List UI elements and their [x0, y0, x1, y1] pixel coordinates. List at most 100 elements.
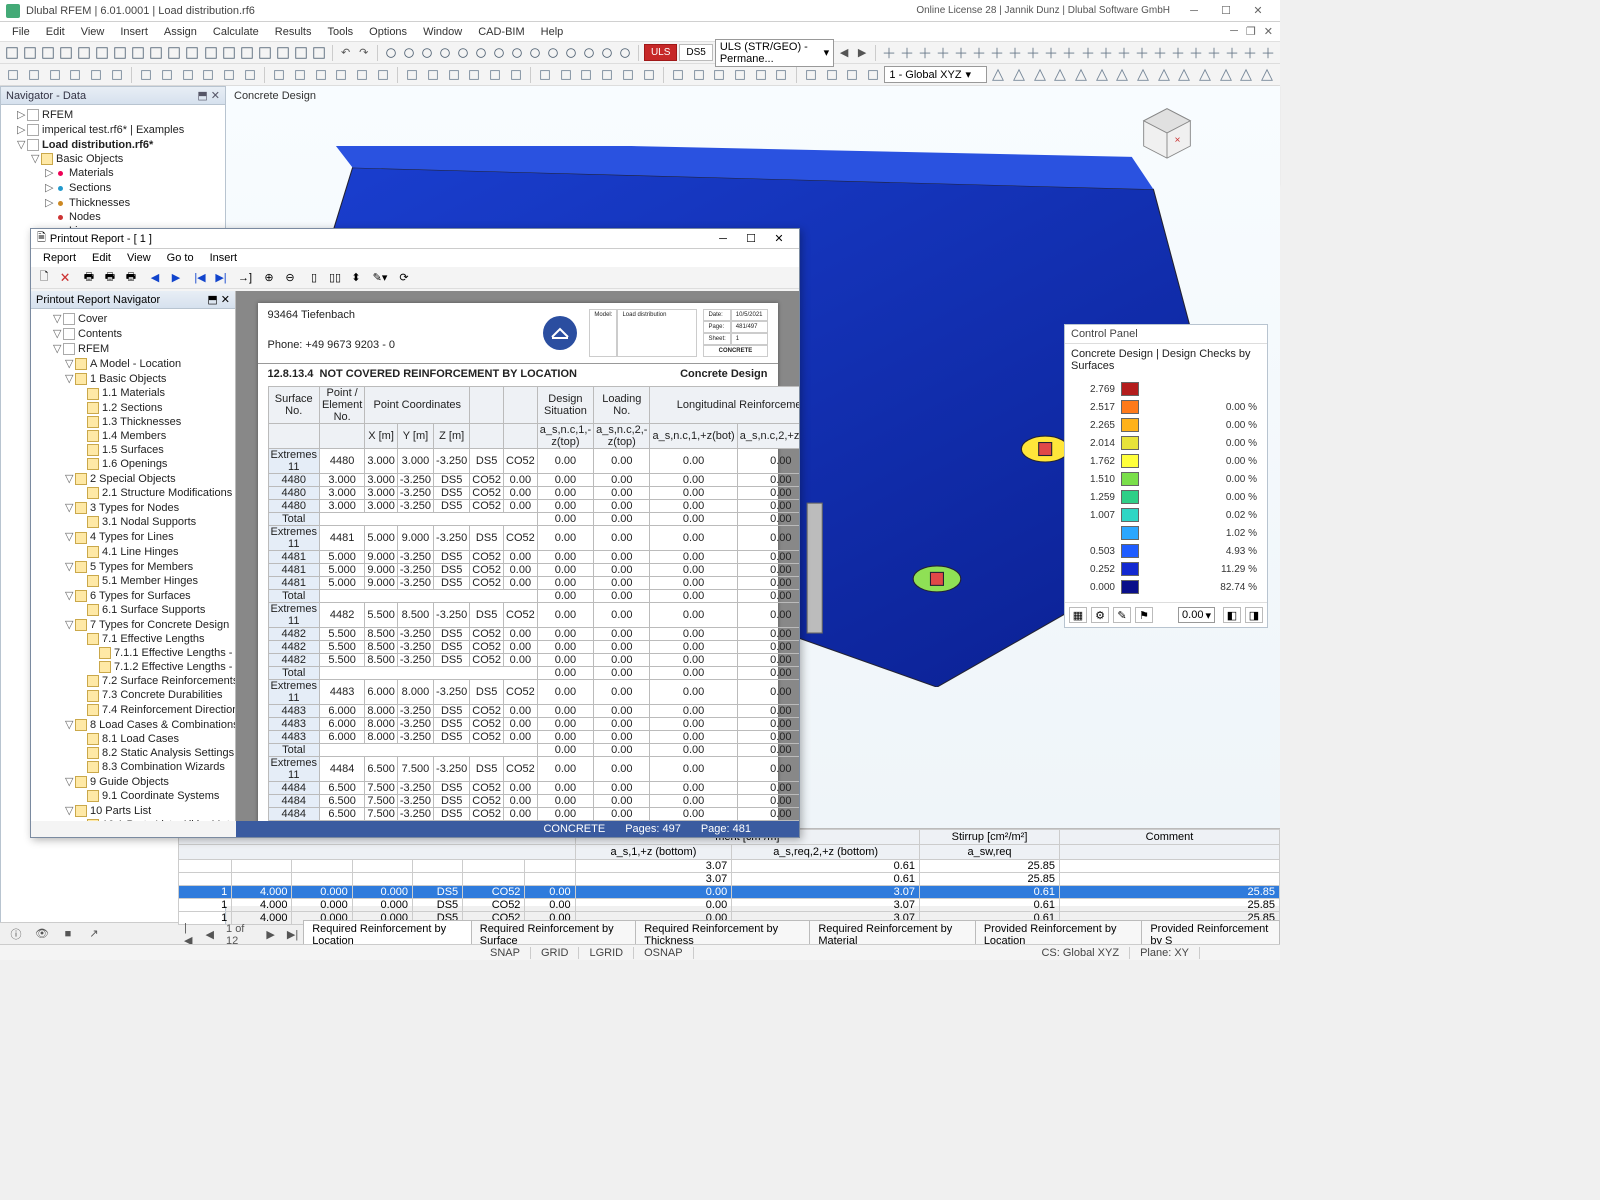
status-lgrid[interactable]: LGRID — [579, 947, 634, 959]
camera-icon[interactable]: ■ — [58, 926, 78, 942]
tool4-btn-36[interactable] — [802, 66, 821, 84]
pw-nav-item[interactable]: 9.1 Coordinate Systems — [47, 789, 233, 803]
nav-root[interactable]: RFEM — [42, 109, 73, 121]
tool2-btn-3[interactable] — [437, 44, 453, 62]
pw-last-icon[interactable]: ▶| — [212, 269, 230, 287]
tool3-btn-15[interactable] — [1152, 44, 1168, 62]
pw-pagefit-icon[interactable]: ⬍ — [347, 269, 365, 287]
menu-calculate[interactable]: Calculate — [205, 24, 267, 40]
tool3-btn-10[interactable] — [1061, 44, 1077, 62]
pw-nav-item[interactable]: 8.2 Static Analysis Settings — [47, 746, 233, 760]
load-combo-select[interactable]: ULS (STR/GEO) - Permane...▾ — [715, 39, 834, 67]
eye-icon[interactable]: 👁 — [32, 926, 52, 942]
tool3-btn-1[interactable] — [899, 44, 915, 62]
tool3-btn-17[interactable] — [1188, 44, 1204, 62]
tool2-btn-12[interactable] — [599, 44, 615, 62]
uls-badge[interactable]: ULS — [644, 44, 677, 61]
nav-next-button[interactable]: ▶ — [854, 44, 870, 62]
tool-btn-16[interactable] — [293, 44, 309, 62]
pw-nav-item[interactable]: ▽RFEM — [47, 341, 233, 356]
tool4-btn-22[interactable] — [486, 66, 505, 84]
pw-nav-pin[interactable]: ⬒ — [207, 293, 217, 306]
nav-pin-icon[interactable]: ⬒ — [197, 89, 207, 102]
tool-btn-9[interactable] — [166, 44, 182, 62]
pw-menu-view[interactable]: View — [119, 250, 159, 266]
tool-btn-6[interactable] — [112, 44, 128, 62]
tool2-btn-2[interactable] — [419, 44, 435, 62]
tool4-btn-13[interactable] — [291, 66, 310, 84]
menu-results[interactable]: Results — [267, 24, 320, 40]
tool4-btn-8[interactable] — [178, 66, 197, 84]
undo-button[interactable]: ↶ — [338, 44, 354, 62]
tool4-btn-0[interactable] — [4, 66, 23, 84]
pw-max-button[interactable]: ☐ — [737, 232, 765, 245]
pw-zoomin-icon[interactable]: ⊕ — [260, 269, 278, 287]
tool4-btn-2[interactable] — [45, 66, 64, 84]
tool2-btn-7[interactable] — [509, 44, 525, 62]
tool4-btn-17[interactable] — [373, 66, 392, 84]
tool3-btn-18[interactable] — [1206, 44, 1222, 62]
tool5-btn-3[interactable] — [1051, 66, 1070, 84]
tool3-btn-9[interactable] — [1043, 44, 1059, 62]
pw-refresh-icon[interactable]: ⟳ — [395, 269, 413, 287]
tool5-btn-11[interactable] — [1216, 66, 1235, 84]
tool2-btn-13[interactable] — [617, 44, 633, 62]
viewcube-icon[interactable]: × — [1139, 104, 1195, 160]
tool2-btn-1[interactable] — [401, 44, 417, 62]
mdi-restore-button[interactable]: ❐ — [1243, 25, 1259, 38]
tool3-btn-12[interactable] — [1098, 44, 1114, 62]
maximize-button[interactable]: ☐ — [1210, 4, 1242, 17]
tool-btn-0[interactable] — [4, 44, 20, 62]
tool-btn-17[interactable] — [311, 44, 327, 62]
pw-nav-item[interactable]: ▽6 Types for Surfaces — [47, 588, 233, 603]
tool-btn-15[interactable] — [275, 44, 291, 62]
pw-export-icon[interactable]: 🖶 — [122, 269, 140, 287]
nav-nodes[interactable]: Nodes — [69, 211, 101, 223]
pw-nav-item[interactable]: 3.1 Nodal Supports — [47, 515, 233, 529]
pw-nav-item[interactable]: ▽4 Types for Lines — [47, 529, 233, 544]
pw-nav-item[interactable]: 10.1 Parts List - All by Material — [47, 818, 233, 821]
pw-page1-icon[interactable]: ▯ — [305, 269, 323, 287]
cp-tab-3[interactable]: ✎ — [1113, 607, 1131, 623]
status-osnap[interactable]: OSNAP — [634, 947, 694, 959]
pw-goto-icon[interactable]: →] — [236, 269, 254, 287]
tool4-btn-15[interactable] — [332, 66, 351, 84]
pw-nav-item[interactable]: 7.1.1 Effective Lengths - ... — [47, 646, 233, 660]
tool4-btn-33[interactable] — [731, 66, 750, 84]
tool3-btn-4[interactable] — [953, 44, 969, 62]
tool3-btn-11[interactable] — [1079, 44, 1095, 62]
menu-insert[interactable]: Insert — [112, 24, 156, 40]
tool3-btn-3[interactable] — [935, 44, 951, 62]
pw-nav-item[interactable]: ▽10 Parts List — [47, 803, 233, 818]
link-icon[interactable]: ↗ — [84, 926, 104, 942]
tool2-btn-4[interactable] — [455, 44, 471, 62]
pw-nav-close[interactable]: ✕ — [221, 293, 230, 306]
tool3-btn-20[interactable] — [1242, 44, 1258, 62]
tool4-btn-21[interactable] — [465, 66, 484, 84]
pw-nav-item[interactable]: ▽3 Types for Nodes — [47, 500, 233, 515]
pw-page2-icon[interactable]: ▯▯ — [326, 269, 344, 287]
pw-nav-item[interactable]: ▽A Model - Location — [47, 356, 233, 371]
tool4-btn-19[interactable] — [424, 66, 443, 84]
menu-file[interactable]: File — [4, 24, 38, 40]
tool4-btn-18[interactable] — [403, 66, 422, 84]
menu-cadbim[interactable]: CAD-BIM — [470, 24, 532, 40]
pw-nav-item[interactable]: 2.1 Structure Modifications — [47, 486, 233, 500]
tool4-btn-10[interactable] — [220, 66, 239, 84]
pw-nav-item[interactable]: 1.4 Members — [47, 429, 233, 443]
menu-view[interactable]: View — [73, 24, 113, 40]
pw-menu-edit[interactable]: Edit — [84, 250, 119, 266]
tool4-btn-3[interactable] — [66, 66, 85, 84]
menu-edit[interactable]: Edit — [38, 24, 73, 40]
tool2-btn-8[interactable] — [527, 44, 543, 62]
tool5-btn-8[interactable] — [1154, 66, 1173, 84]
minimize-button[interactable]: ─ — [1178, 5, 1210, 17]
tool5-btn-9[interactable] — [1175, 66, 1194, 84]
tool4-btn-11[interactable] — [240, 66, 259, 84]
tool4-btn-9[interactable] — [199, 66, 218, 84]
pw-new-icon[interactable]: 🗋 — [35, 269, 53, 287]
pw-nav-item[interactable]: 1.6 Openings — [47, 457, 233, 471]
tool-btn-1[interactable] — [22, 44, 38, 62]
tool4-btn-37[interactable] — [822, 66, 841, 84]
cp-value-box[interactable]: 0.00▾ — [1178, 607, 1215, 623]
